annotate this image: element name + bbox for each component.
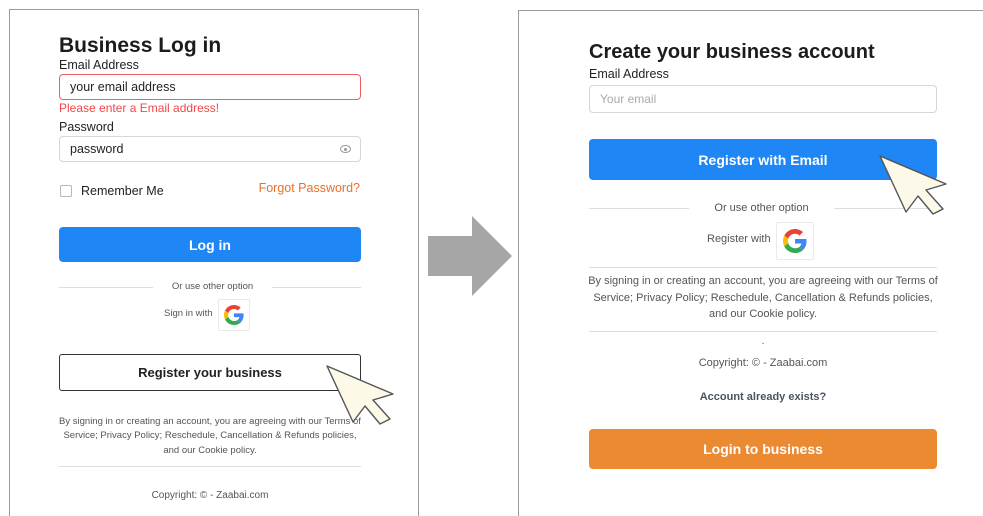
login-to-business-button[interactable]: Login to business	[589, 429, 937, 469]
password-label: Password	[59, 120, 114, 134]
section-divider	[589, 267, 937, 268]
page-title: Create your business account	[589, 41, 875, 63]
legal-line: By signing in or creating an account, yo…	[588, 275, 938, 287]
divider-left	[59, 287, 153, 288]
password-field[interactable]: password	[59, 136, 361, 162]
login-panel: Business Log in Email Address your email…	[9, 9, 419, 516]
legal-line: Service; Privacy Policy; Reschedule, Can…	[63, 430, 357, 442]
pointer-cursor-icon	[879, 155, 947, 215]
register-panel: Create your business account Email Addre…	[518, 10, 983, 516]
legal-line: Service; Privacy Policy; Reschedule, Can…	[593, 291, 933, 304]
legal-notice: By signing in or creating an account, yo…	[581, 273, 945, 323]
remember-me-label: Remember Me	[81, 184, 164, 198]
legal-line: and our Cookie policy.	[163, 444, 257, 456]
divider-text: Or use other option	[171, 281, 254, 292]
footer-divider	[589, 331, 937, 332]
password-field-value: password	[70, 142, 124, 156]
divider-right	[272, 287, 361, 288]
copyright-text: Copyright: © - Zaabai.com	[151, 490, 269, 501]
email-field[interactable]: your email address	[59, 74, 361, 100]
page-title: Business Log in	[59, 34, 222, 57]
account-exists-text: Account already exists?	[699, 391, 827, 403]
email-field[interactable]: Your email	[589, 85, 937, 113]
email-label: Email Address	[59, 58, 139, 72]
copyright-text: Copyright: © - Zaabai.com	[698, 357, 828, 369]
register-business-button[interactable]: Register your business	[59, 354, 361, 391]
sign-in-with-label: Sign in with	[164, 308, 213, 319]
footer-divider	[59, 466, 361, 467]
email-field-value: your email address	[70, 80, 176, 94]
google-register-button[interactable]	[776, 222, 814, 260]
forgot-password-link[interactable]: Forgot Password?	[259, 181, 360, 195]
legal-notice: By signing in or creating an account, yo…	[50, 415, 370, 458]
pointer-cursor-icon	[326, 365, 394, 425]
legal-line: By signing in or creating an account, yo…	[59, 416, 361, 427]
dot-text: .	[761, 336, 765, 347]
eye-icon[interactable]	[340, 145, 351, 153]
divider-text: Or use other option	[714, 202, 809, 214]
register-with-label: Register with	[707, 233, 771, 245]
email-placeholder: Your email	[600, 92, 657, 106]
google-icon	[783, 229, 807, 253]
email-label: Email Address	[589, 67, 669, 81]
legal-line: and our Cookie policy.	[708, 308, 818, 320]
arrow-right-icon	[428, 216, 512, 296]
login-button[interactable]: Log in	[59, 227, 361, 262]
remember-me-checkbox[interactable]	[60, 185, 72, 197]
google-icon	[224, 305, 244, 325]
google-sign-in-button[interactable]	[218, 299, 250, 331]
email-error-message: Please enter a Email address!	[59, 101, 220, 115]
divider-left	[589, 208, 689, 209]
